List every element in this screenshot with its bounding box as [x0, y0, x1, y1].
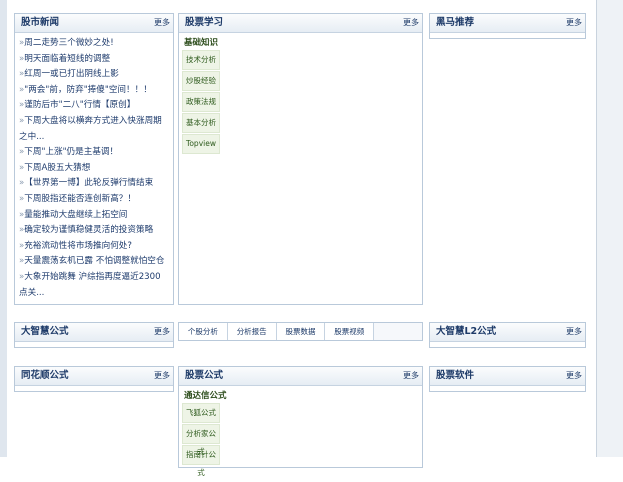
news-item-label: 天量震荡玄机已露 不怕调整就怕空仓 [24, 256, 165, 267]
news-panel: 股市新闻 更多 »周二走势三个微妙之处! »明天面临着短线的调整 »红周一或已打出阴… [14, 13, 174, 305]
formula-panel: 股票公式 更多 通达信公式 飞狐公式分析家公式指南针公式 [178, 366, 423, 477]
tab-analysis-report[interactable]: 分析报告 [228, 323, 277, 340]
tonghuashun-more-link[interactable]: 更多 [154, 367, 170, 385]
software-panel-title: 股票软件 [436, 370, 475, 381]
dazhihui-more-link[interactable]: 更多 [154, 323, 170, 341]
learning-panel: 股票学习 更多 基础知识 技术分析 炒股经验 政策法规 基本分析 Topview [178, 13, 423, 305]
dazhihui-panel: 大智慧公式 更多 [14, 322, 174, 348]
news-item[interactable]: »充裕流动性将市场推向何处? [19, 239, 169, 255]
formula-category-item[interactable]: 指南针公式 [182, 445, 220, 477]
news-item-label: 下周A股五大猜想 [24, 162, 91, 173]
formula-category-list: 飞狐公式分析家公式指南针公式 [179, 403, 422, 477]
tab-stock-data[interactable]: 股票数据 [277, 323, 326, 340]
tab-empty [374, 323, 422, 340]
tab-stock-video[interactable]: 股票视频 [325, 323, 375, 340]
software-more-link[interactable]: 更多 [566, 367, 582, 385]
software-panel: 股票软件 更多 [429, 366, 586, 392]
news-item[interactable]: »"两会"前，防弃"捧傻"空间！！！ [19, 83, 169, 99]
news-item[interactable]: »量能推动大盘继续上拓空间 [19, 208, 169, 224]
news-item[interactable]: »下周"上涨"仍是主基调！ [19, 145, 169, 161]
news-item-label: 下周大盘将以横奔方式进入快涨周期之中... [19, 115, 162, 142]
news-item-label: 大象开始跳舞 沪综指再度逼近2300点关... [19, 271, 161, 298]
dazhihui-panel-title: 大智慧公式 [21, 326, 69, 337]
learning-category-item[interactable]: Topview [182, 134, 220, 154]
news-item[interactable]: »下周A股五大猜想 [19, 161, 169, 177]
tonghuashun-panel-header: 同花顺公式 更多 [15, 367, 173, 386]
learning-category-item[interactable]: 基本分析 [182, 113, 220, 133]
learning-category-list: 技术分析 炒股经验 政策法规 基本分析 Topview [179, 50, 422, 154]
news-item[interactable]: »谨防后市"二八"行情【原创】 [19, 98, 169, 114]
dazhihui-panel-header: 大智慧公式 更多 [15, 323, 173, 342]
news-item-label: 量能推动大盘继续上拓空间 [24, 209, 128, 220]
formula-category-item[interactable]: 飞狐公式 [182, 403, 220, 423]
formula-subheading: 通达信公式 [184, 391, 227, 401]
dazhihui-l2-more-link[interactable]: 更多 [566, 323, 582, 341]
tonghuashun-panel: 同花顺公式 更多 [14, 366, 174, 392]
learning-category-item[interactable]: 政策法规 [182, 92, 220, 112]
left-page-border [0, 0, 7, 457]
formula-panel-header: 股票公式 更多 [179, 367, 422, 386]
news-panel-header: 股市新闻 更多 [15, 14, 173, 33]
tonghuashun-panel-title: 同花顺公式 [21, 370, 69, 381]
formula-category-item[interactable]: 分析家公式 [182, 424, 220, 456]
news-item-label: 谨防后市"二八"行情【原创】 [24, 100, 136, 111]
news-item[interactable]: »确定较为谨慎稳健灵活的投资策略 [19, 223, 169, 239]
stock-tabs: 个股分析 分析报告 股票数据 股票视频 [178, 322, 423, 341]
news-item[interactable]: »红周一或已打出阴线上影 [19, 67, 169, 83]
news-item-label: 下周"上涨"仍是主基调！ [24, 147, 119, 158]
news-panel-title: 股市新闻 [21, 17, 60, 28]
software-panel-header: 股票软件 更多 [430, 367, 585, 386]
formula-panel-title: 股票公式 [185, 370, 224, 381]
news-item[interactable]: »下周股指还能否连创新高？！ [19, 192, 169, 208]
learning-category-item[interactable]: 技术分析 [182, 50, 220, 70]
darkhorse-panel-title: 黑马推荐 [436, 17, 475, 28]
darkhorse-panel-header: 黑马推荐 更多 [430, 14, 585, 33]
news-item-label: 【世界第一博】此轮反弹行情结束 [24, 178, 154, 189]
learning-subheading: 基础知识 [184, 38, 219, 48]
formula-more-link[interactable]: 更多 [403, 367, 419, 385]
news-item[interactable]: »大象开始跳舞 沪综指再度逼近2300点关... [19, 270, 169, 301]
learning-category-item[interactable]: 炒股经验 [182, 71, 220, 91]
news-item-label: 下周股指还能否连创新高？！ [24, 193, 136, 204]
dazhihui-l2-panel-title: 大智慧L2公式 [436, 326, 497, 337]
dazhihui-l2-panel: 大智慧L2公式 更多 [429, 322, 586, 348]
news-list: »周二走势三个微妙之处! »明天面临着短线的调整 »红周一或已打出阴线上影 »"两会"… [15, 33, 173, 301]
right-scrollbar-area[interactable] [596, 0, 623, 457]
news-item-label: "两会"前，防弃"捧傻"空间！！！ [24, 84, 152, 95]
news-item[interactable]: »天量震荡玄机已露 不怕调整就怕空仓 [19, 254, 169, 270]
darkhorse-panel: 黑马推荐 更多 [429, 13, 586, 39]
news-item-label: 充裕流动性将市场推向何处? [24, 240, 132, 251]
learning-panel-title: 股票学习 [185, 17, 224, 28]
dazhihui-l2-panel-header: 大智慧L2公式 更多 [430, 323, 585, 342]
tab-stock-analysis[interactable]: 个股分析 [179, 323, 228, 340]
news-more-link[interactable]: 更多 [154, 14, 170, 32]
news-item[interactable]: »明天面临着短线的调整 [19, 52, 169, 68]
news-item[interactable]: »【世界第一博】此轮反弹行情结束 [19, 176, 169, 192]
darkhorse-more-link[interactable]: 更多 [566, 14, 582, 32]
learning-more-link[interactable]: 更多 [403, 14, 419, 32]
news-item-label: 周二走势三个微妙之处! [24, 38, 114, 48]
news-item-label: 红周一或已打出阴线上影 [24, 69, 119, 80]
news-item-label: 明天面临着短线的调整 [24, 53, 111, 64]
learning-panel-header: 股票学习 更多 [179, 14, 422, 33]
news-item[interactable]: »下周大盘将以横奔方式进入快涨周期之中... [19, 114, 169, 145]
news-item-label: 确定较为谨慎稳健灵活的投资策略 [24, 225, 154, 236]
news-item[interactable]: »周二走势三个微妙之处! [19, 36, 169, 52]
